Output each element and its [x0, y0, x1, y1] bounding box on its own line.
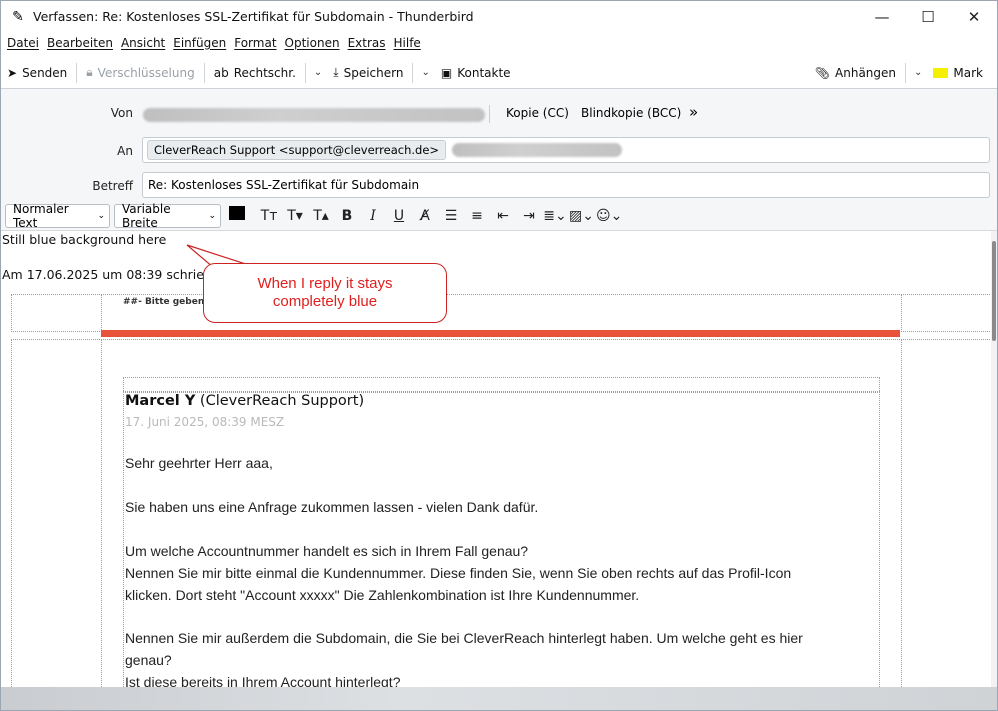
callout-pointer [186, 244, 264, 280]
annotation-line-2: completely blue [272, 293, 378, 310]
annotation-line-1: When I reply it stays [257, 275, 393, 292]
compose-window: ✎ Verfassen: Re: Kostenloses SSL-Zertifi… [0, 0, 998, 711]
annotation-callout: When I reply it stays completely blue [203, 263, 447, 323]
